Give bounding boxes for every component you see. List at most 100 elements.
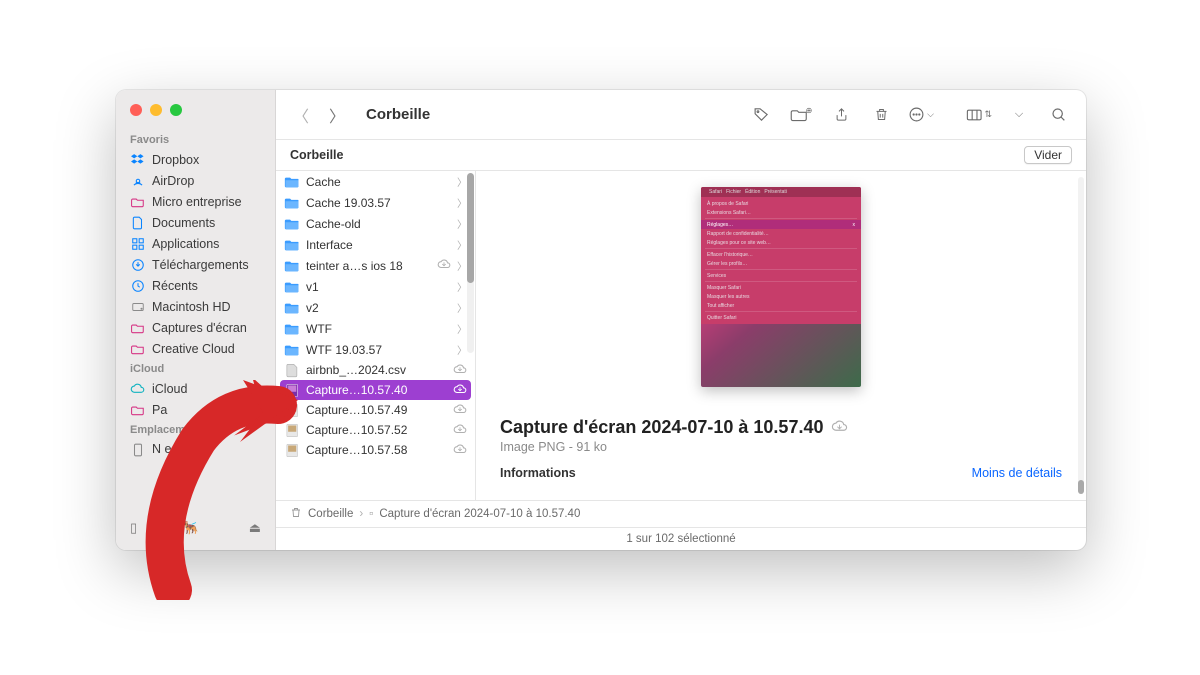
file-name: Cache: [306, 175, 451, 189]
device-icon: ▯: [130, 520, 137, 536]
folder-icon: [284, 343, 300, 357]
preview-pane: SafariFichierÉditionPrésentati À propos …: [476, 171, 1086, 500]
file-row[interactable]: Capture…10.57.40: [280, 380, 471, 400]
cloud-download-icon: [453, 384, 467, 397]
file-row[interactable]: v1 〉: [276, 276, 475, 297]
sidebar-item[interactable]: N e 👤: [116, 439, 275, 460]
chevron-right-icon: 〉: [457, 216, 467, 231]
file-row[interactable]: v2 〉: [276, 297, 475, 318]
file-name: WTF 19.03.57: [306, 343, 451, 357]
sidebar-item[interactable]: Micro entreprise: [116, 191, 275, 212]
sidebar-item-label: Téléchargements: [152, 258, 249, 272]
new-folder-icon[interactable]: ⊕: [788, 104, 814, 126]
file-row[interactable]: Cache-old 〉: [276, 213, 475, 234]
minimize-button[interactable]: [150, 104, 162, 116]
cloud-icon: [130, 381, 145, 396]
sidebar-item-label: Micro entreprise: [152, 195, 242, 209]
folder-icon: [284, 175, 300, 189]
sidebar-item-label: Captures d'écran: [152, 321, 247, 335]
file-row[interactable]: Capture…10.57.52: [276, 420, 475, 440]
eject-icon[interactable]: ⏏: [249, 520, 261, 536]
path-filename[interactable]: Capture d'écran 2024-07-10 à 10.57.40: [379, 508, 580, 520]
chevron-right-icon: 〉: [457, 342, 467, 357]
sidebar-item-label: iCloud: [152, 382, 187, 396]
window-title: Corbeille: [366, 106, 430, 123]
sidebar-item[interactable]: Macintosh HD: [116, 296, 275, 317]
file-row[interactable]: WTF 19.03.57 〉: [276, 339, 475, 360]
sidebar-item-label: Documents: [152, 216, 215, 230]
folder-icon: [284, 301, 300, 315]
file-column[interactable]: Cache 〉 Cache 19.03.57 〉 Cache-old 〉 Int…: [276, 171, 476, 500]
maximize-button[interactable]: [170, 104, 182, 116]
tag-icon[interactable]: [748, 104, 774, 126]
folder-icon: [284, 280, 300, 294]
file-row[interactable]: Cache 19.03.57 〉: [276, 192, 475, 213]
image-icon: [284, 383, 300, 397]
sidebar-item-label: Dropbox: [152, 153, 199, 167]
sidebar-item[interactable]: AirDrop: [116, 170, 275, 191]
sidebar-item[interactable]: Pa: [116, 399, 275, 420]
folder-icon: [284, 217, 300, 231]
file-name: teinter a…s ios 18: [306, 259, 431, 273]
sidebar-item[interactable]: Captures d'écran: [116, 317, 275, 338]
cloud-icon: [831, 419, 848, 436]
view-columns-icon[interactable]: ⇅: [966, 104, 992, 126]
folder-icon: [130, 402, 145, 417]
window-controls: [116, 98, 275, 130]
back-button[interactable]: 〈: [290, 104, 312, 126]
preview-subtitle: Image PNG - 91 ko: [500, 440, 1062, 454]
sidebar-item[interactable]: Documents: [116, 212, 275, 233]
sidebar-item[interactable]: iCloud: [116, 378, 275, 399]
folder-icon: [284, 238, 300, 252]
chevron-right-icon: 〉: [457, 237, 467, 252]
finder-window: Favoris Dropbox AirDrop Micro entreprise…: [116, 90, 1086, 550]
forward-button[interactable]: 〉: [326, 104, 348, 126]
chevron-right-icon: 〉: [457, 258, 467, 273]
trash-icon[interactable]: [868, 104, 894, 126]
more-icon[interactable]: ⌵: [908, 104, 934, 126]
sidebar-item[interactable]: Creative Cloud: [116, 338, 275, 359]
file-name: WTF: [306, 322, 451, 336]
file-name: airbnb_…2024.csv: [306, 363, 447, 377]
folder-icon: [130, 320, 145, 335]
file-small-icon: ▫: [369, 508, 373, 520]
file-row[interactable]: Capture…10.57.58: [276, 440, 475, 460]
cloud-download-icon: [453, 404, 467, 417]
sidebar-item[interactable]: Dropbox: [116, 149, 275, 170]
cloud-download-icon: [437, 259, 451, 272]
sidebar-item[interactable]: Téléchargements: [116, 254, 275, 275]
close-button[interactable]: [130, 104, 142, 116]
file-row[interactable]: Interface 〉: [276, 234, 475, 255]
folder-icon: [130, 194, 145, 209]
path-bar: Corbeille › ▫ Capture d'écran 2024-07-10…: [276, 500, 1086, 527]
chevron-right-icon: 〉: [457, 174, 467, 189]
file-row[interactable]: airbnb_…2024.csv: [276, 360, 475, 380]
view-options-chevron[interactable]: ⌵: [1006, 104, 1032, 126]
preview-scrollbar[interactable]: [1078, 177, 1084, 494]
empty-trash-button[interactable]: Vider: [1024, 146, 1072, 164]
less-details-link[interactable]: Moins de détails: [972, 466, 1062, 480]
file-name: v1: [306, 280, 451, 294]
toolbar: 〈 〉 Corbeille ⊕ ⌵ ⇅: [276, 90, 1086, 140]
file-name: Interface: [306, 238, 451, 252]
folder-icon: [284, 196, 300, 210]
path-location[interactable]: Corbeille: [308, 508, 353, 520]
sidebar-item[interactable]: Récents: [116, 275, 275, 296]
share-icon[interactable]: [828, 104, 854, 126]
info-header: Informations Moins de détails: [500, 466, 1062, 480]
file-row[interactable]: Cache 〉: [276, 171, 475, 192]
sidebar-section-title: iCloud: [116, 359, 275, 378]
sidebar-item-label: Creative Cloud: [152, 342, 235, 356]
sidebar-item[interactable]: Applications: [116, 233, 275, 254]
file-icon: [284, 363, 300, 377]
sidebar-item-label: N e 👤: [152, 442, 191, 457]
cloud-download-icon: [453, 364, 467, 377]
file-row[interactable]: teinter a…s ios 18 〉: [276, 255, 475, 276]
file-row[interactable]: WTF 〉: [276, 318, 475, 339]
preview-thumbnail[interactable]: SafariFichierÉditionPrésentati À propos …: [701, 187, 861, 387]
cloud-download-icon: [453, 444, 467, 457]
search-icon[interactable]: [1046, 104, 1072, 126]
preview-title: Capture d'écran 2024-07-10 à 10.57.40: [500, 417, 1062, 438]
scrollbar[interactable]: [467, 173, 474, 353]
file-row[interactable]: Capture…10.57.49: [276, 400, 475, 420]
